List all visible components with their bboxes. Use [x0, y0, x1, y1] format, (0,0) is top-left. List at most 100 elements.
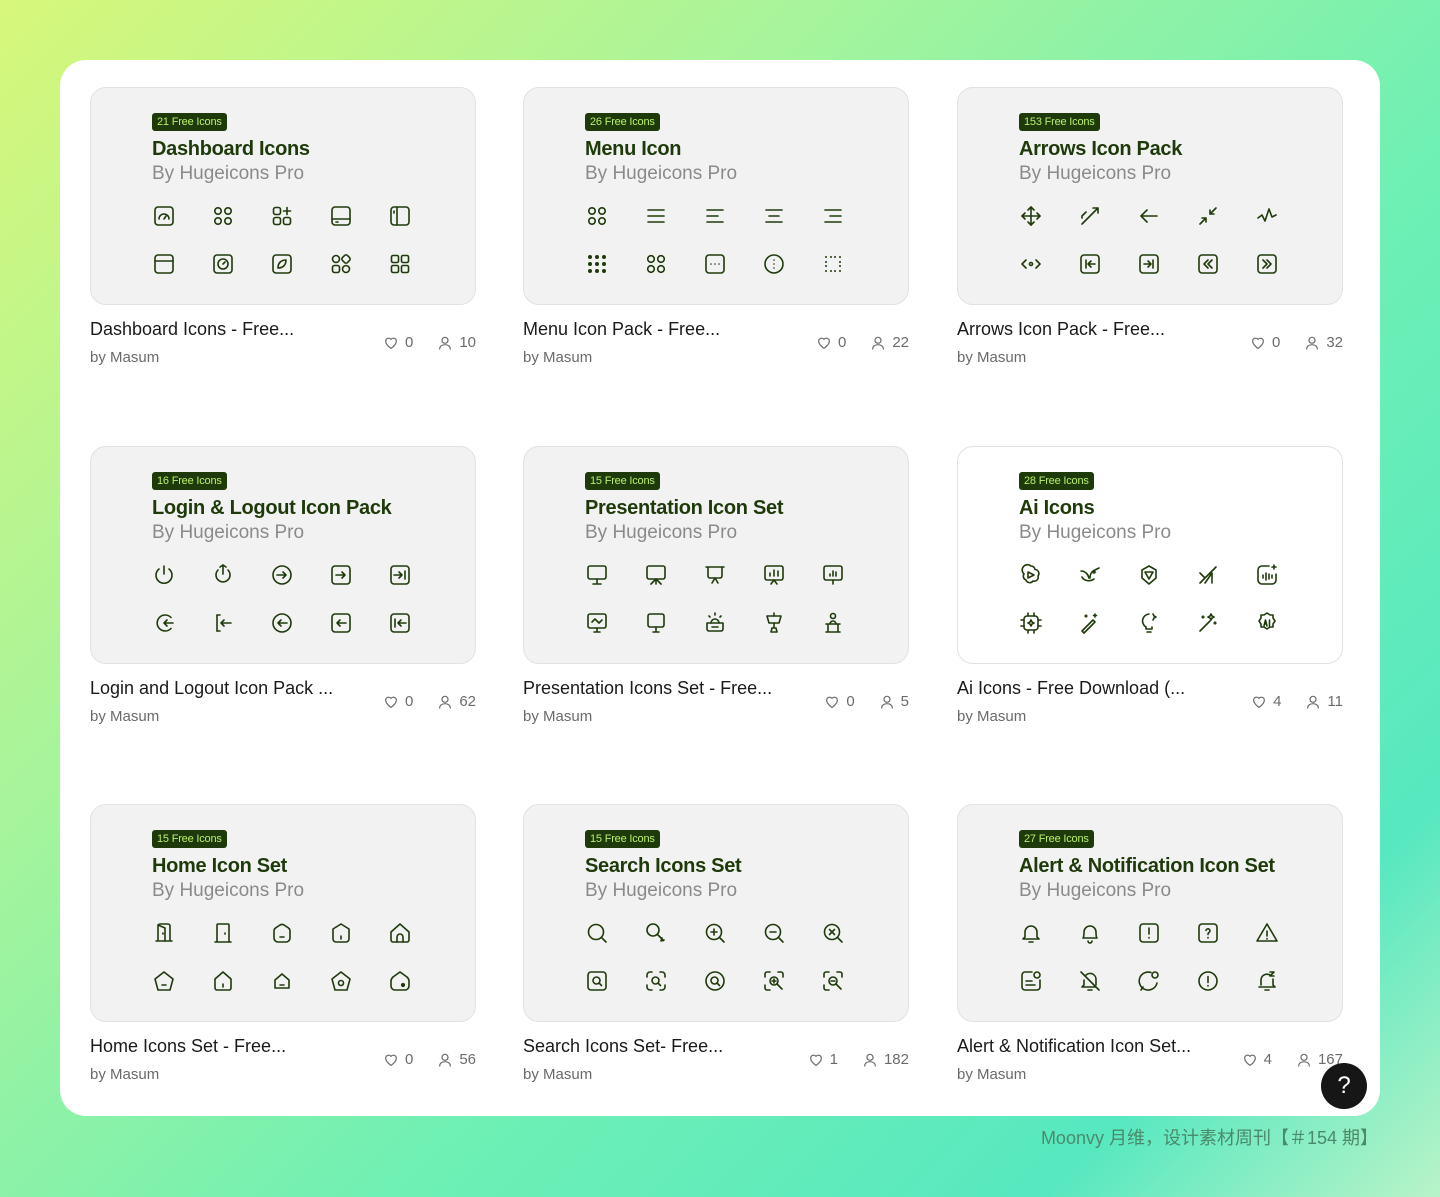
icon-pack-card[interactable]: 15 Free Icons Home Icon Set By Hugeicons… [90, 804, 476, 1083]
heart-icon[interactable] [383, 335, 399, 351]
free-icons-badge: 16 Free Icons [152, 472, 227, 490]
icon-preview-grid [1019, 563, 1299, 635]
card-thumbnail[interactable]: 15 Free Icons Home Icon Set By Hugeicons… [90, 804, 476, 1022]
icon-pack-card[interactable]: 15 Free Icons Search Icons Set By Hugeic… [523, 804, 909, 1083]
gallery-panel: 21 Free Icons Dashboard Icons By Hugeico… [60, 60, 1380, 1116]
card-thumbnail[interactable]: 153 Free Icons Arrows Icon Pack By Hugei… [957, 87, 1343, 305]
heart-icon[interactable] [1242, 1052, 1258, 1068]
bell-alt-icon [1078, 921, 1102, 945]
user-icon [437, 335, 453, 351]
help-button[interactable]: ? [1321, 1063, 1367, 1109]
heart-icon[interactable] [383, 1052, 399, 1068]
heart-icon[interactable] [824, 694, 840, 710]
icon-pack-card[interactable]: 27 Free Icons Alert & Notification Icon … [957, 804, 1343, 1083]
zoom-in-frame-icon [762, 969, 786, 993]
icon-pack-card[interactable]: 16 Free Icons Login & Logout Icon Pack B… [90, 446, 476, 725]
home-pentagon-icon [152, 969, 176, 993]
card-author[interactable]: by Masum [90, 349, 159, 366]
presentation-bar-icon [821, 563, 845, 587]
card-thumbnail[interactable]: 26 Free Icons Menu Icon By Hugeicons Pro [523, 87, 909, 305]
login-square-alt-icon [388, 563, 412, 587]
logout-icon [152, 611, 176, 635]
move-icon [1019, 204, 1043, 228]
preview-title: Home Icon Set [152, 855, 288, 877]
card-title[interactable]: Presentation Icons Set - Free... [523, 678, 772, 699]
preview-title: Presentation Icon Set [585, 497, 784, 519]
heart-icon[interactable] [383, 694, 399, 710]
card-title[interactable]: Home Icons Set - Free... [90, 1036, 286, 1057]
search-alt-icon [644, 921, 668, 945]
grid-add-icon [270, 204, 294, 228]
card-title[interactable]: Dashboard Icons - Free... [90, 319, 294, 340]
icon-pack-card[interactable]: 26 Free Icons Menu Icon By Hugeicons Pro… [523, 87, 909, 366]
card-title[interactable]: Alert & Notification Icon Set... [957, 1036, 1191, 1057]
card-thumbnail[interactable]: 21 Free Icons Dashboard Icons By Hugeico… [90, 87, 476, 305]
card-author[interactable]: by Masum [90, 708, 159, 725]
card-thumbnail[interactable]: 15 Free Icons Presentation Icon Set By H… [523, 446, 909, 664]
heart-icon[interactable] [1250, 335, 1266, 351]
layout-left-icon [388, 204, 412, 228]
zoom-in-icon [703, 921, 727, 945]
card-stats: 4 11 [1251, 693, 1343, 710]
presentation-speaker-icon [821, 611, 845, 635]
card-author[interactable]: by Masum [957, 349, 1026, 366]
home-outline-icon [211, 969, 235, 993]
card-author[interactable]: by Masum [957, 1066, 1026, 1083]
search-circle-icon [703, 969, 727, 993]
icon-preview-grid [1019, 921, 1299, 993]
alert-diamond-icon [1196, 969, 1220, 993]
card-author[interactable]: by Masum [523, 708, 592, 725]
arrow-shrink-icon [1196, 204, 1220, 228]
card-title[interactable]: Menu Icon Pack - Free... [523, 319, 720, 340]
card-stats: 0 22 [816, 334, 909, 351]
card-title[interactable]: Ai Icons - Free Download (... [957, 678, 1185, 699]
card-thumbnail[interactable]: 16 Free Icons Login & Logout Icon Pack B… [90, 446, 476, 664]
icon-pack-card[interactable]: 21 Free Icons Dashboard Icons By Hugeico… [90, 87, 476, 366]
card-thumbnail[interactable]: 27 Free Icons Alert & Notification Icon … [957, 804, 1343, 1022]
free-icons-badge: 15 Free Icons [152, 830, 227, 848]
heart-icon[interactable] [1251, 694, 1267, 710]
preview-subtitle: By Hugeicons Pro [1019, 163, 1172, 184]
grok-icon [1196, 563, 1220, 587]
free-icons-badge: 28 Free Icons [1019, 472, 1094, 490]
likes-count: 0 [837, 334, 847, 351]
icon-pack-card[interactable]: 153 Free Icons Arrows Icon Pack By Hugei… [957, 87, 1343, 366]
icon-pack-card[interactable]: 15 Free Icons Presentation Icon Set By H… [523, 446, 909, 725]
free-icons-badge: 27 Free Icons [1019, 830, 1094, 848]
card-stats: 0 5 [824, 693, 909, 710]
card-author[interactable]: by Masum [90, 1066, 159, 1083]
home-settings-icon [329, 969, 353, 993]
card-title[interactable]: Arrows Icon Pack - Free... [957, 319, 1165, 340]
card-meta: Menu Icon Pack - Free... by Masum 0 22 [523, 319, 909, 379]
help-square-icon [1196, 921, 1220, 945]
icon-pack-card[interactable]: 28 Free Icons Ai Icons By Hugeicons Pro … [957, 446, 1343, 725]
presentation-alt-icon [644, 563, 668, 587]
card-title[interactable]: Login and Logout Icon Pack ... [90, 678, 333, 699]
dashboard-speed-icon [152, 204, 176, 228]
ai-bird-icon [1078, 563, 1102, 587]
card-meta: Dashboard Icons - Free... by Masum 0 10 [90, 319, 476, 379]
menu-circle-icon [762, 252, 786, 276]
card-author[interactable]: by Masum [957, 708, 1026, 725]
card-thumbnail[interactable]: 15 Free Icons Search Icons Set By Hugeic… [523, 804, 909, 1022]
card-author[interactable]: by Masum [523, 1066, 592, 1083]
grid-view-icon [329, 252, 353, 276]
card-title[interactable]: Search Icons Set- Free... [523, 1036, 723, 1057]
search-frame-icon [821, 969, 845, 993]
users-count: 11 [1327, 693, 1343, 710]
heart-icon[interactable] [808, 1052, 824, 1068]
ai-magic-icon [1078, 611, 1102, 635]
arrow-zigzag-icon [1255, 204, 1279, 228]
grid-view-alt-icon [388, 252, 412, 276]
search-icon [585, 921, 609, 945]
arrow-left-square-icon [1078, 252, 1102, 276]
card-meta: Arrows Icon Pack - Free... by Masum 0 32 [957, 319, 1343, 379]
preview-subtitle: By Hugeicons Pro [585, 163, 738, 184]
power-icon [152, 563, 176, 587]
menu-center-icon [762, 204, 786, 228]
users-count: 56 [459, 1051, 476, 1068]
card-thumbnail[interactable]: 28 Free Icons Ai Icons By Hugeicons Pro [957, 446, 1343, 664]
card-author[interactable]: by Masum [523, 349, 592, 366]
notification-square-icon [1019, 969, 1043, 993]
heart-icon[interactable] [816, 335, 832, 351]
